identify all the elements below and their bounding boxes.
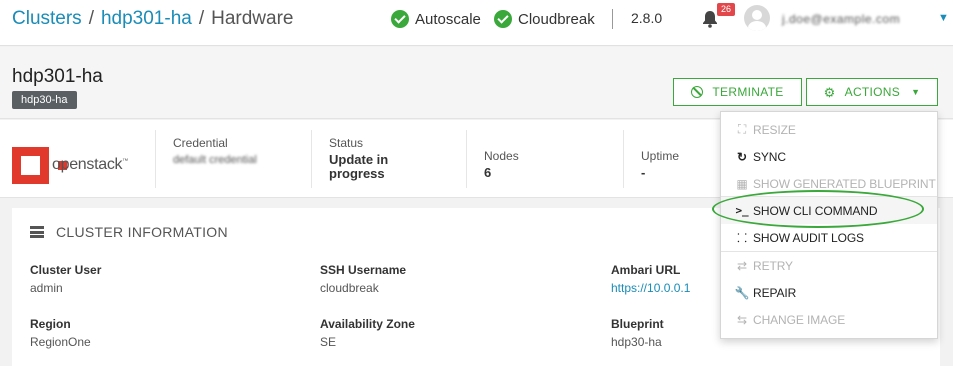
menu-item-resize[interactable]: ⛶ RESIZE xyxy=(721,116,937,143)
blueprint-label: Blueprint xyxy=(611,317,664,331)
server-icon xyxy=(30,226,44,238)
actions-button[interactable]: ⚙ ACTIONS ▼ xyxy=(806,78,938,106)
chevron-down-icon: ▼ xyxy=(911,87,921,97)
cluster-header: hdp301-ha hdp30-ha TERMINATE ⚙ ACTIONS ▼ xyxy=(0,47,953,119)
avatar[interactable] xyxy=(744,5,770,31)
autoscale-label: Autoscale xyxy=(415,10,481,28)
breadcrumb-cluster-link[interactable]: hdp301-ha xyxy=(101,8,192,29)
cloudbreak-status[interactable]: Cloudbreak xyxy=(494,10,595,28)
credential-value: default credential xyxy=(173,154,257,166)
ssh-username-label: SSH Username xyxy=(320,263,407,277)
status-value-line1: Update in xyxy=(329,152,389,167)
grid-icon: ▦ xyxy=(736,176,748,191)
check-circle-icon xyxy=(494,10,512,28)
region-label: Region xyxy=(30,317,71,331)
terminate-button[interactable]: TERMINATE xyxy=(673,78,802,106)
menu-item-sync[interactable]: ↻ SYNC xyxy=(721,143,937,170)
terminate-label: TERMINATE xyxy=(712,85,784,99)
breadcrumb-separator: / xyxy=(198,8,205,29)
availability-zone-value: SE xyxy=(320,335,337,349)
region-value: RegionOne xyxy=(30,335,91,349)
provider-logo-text: openstack™ xyxy=(52,156,128,173)
autoscale-status[interactable]: Autoscale xyxy=(391,10,481,28)
uptime-value: - xyxy=(641,165,646,180)
breadcrumb-current: Hardware xyxy=(211,8,294,29)
panel-title: CLUSTER INFORMATION xyxy=(30,224,228,240)
nodes-value: 6 xyxy=(484,165,492,180)
menu-item-show-generated-blueprint[interactable]: ▦ SHOW GENERATED BLUEPRINT xyxy=(721,170,937,197)
wrench-icon: 🔧 xyxy=(734,285,750,300)
version-label: 2.8.0 xyxy=(631,10,663,26)
chevron-down-icon[interactable]: ▼ xyxy=(938,12,949,24)
uptime-label: Uptime xyxy=(641,149,680,163)
check-circle-icon xyxy=(391,10,409,28)
user-name[interactable]: j.doe@example.com xyxy=(782,12,900,26)
top-navigation-bar: Clusters / hdp301-ha / Hardware Autoscale Cl… xyxy=(0,0,953,46)
ban-icon xyxy=(691,86,704,98)
cluster-user-label: Cluster User xyxy=(30,263,102,277)
page-title: hdp301-ha xyxy=(12,66,103,87)
menu-item-change-image[interactable]: ⇆ CHANGE IMAGE xyxy=(721,306,937,333)
openstack-logo-icon xyxy=(12,147,67,184)
gear-icon: ⚙ xyxy=(823,84,836,100)
breadcrumb-clusters-link[interactable]: Clusters xyxy=(12,8,82,29)
divider xyxy=(155,130,156,188)
divider xyxy=(612,9,613,29)
actions-dropdown-menu: ⛶ RESIZE ↻ SYNC ▦ SHOW GENERATED BLUEPRI… xyxy=(720,111,938,339)
divider xyxy=(311,130,312,188)
availability-zone-label: Availability Zone xyxy=(320,317,415,331)
menu-item-show-cli-command[interactable]: >_ SHOW CLI COMMAND xyxy=(721,197,937,224)
notification-badge: 26 xyxy=(717,3,735,16)
divider xyxy=(466,130,467,188)
blueprint-tag: hdp30-ha xyxy=(12,91,77,109)
exchange-icon: ⇆ xyxy=(737,312,747,327)
breadcrumb: Clusters / hdp301-ha / Hardware xyxy=(12,8,294,30)
cluster-user-value: admin xyxy=(30,281,63,295)
ambari-url-label: Ambari URL xyxy=(611,263,681,277)
sync-icon: ↻ xyxy=(737,149,747,164)
actions-label: ACTIONS xyxy=(844,85,901,99)
footprints-icon: ⸬ xyxy=(737,231,747,245)
status-value-line2: progress xyxy=(329,166,385,181)
menu-item-retry[interactable]: ⇄ RETRY xyxy=(721,252,937,279)
divider xyxy=(623,130,624,188)
ambari-url-link[interactable]: https://10.0.0.1 xyxy=(611,281,690,295)
status-label: Status xyxy=(329,136,364,150)
terminal-icon: >_ xyxy=(735,204,749,217)
retry-icon: ⇄ xyxy=(737,258,747,273)
nodes-label: Nodes xyxy=(484,149,519,163)
expand-icon: ⛶ xyxy=(737,122,747,136)
menu-item-show-audit-logs[interactable]: ⸬ SHOW AUDIT LOGS xyxy=(721,224,937,251)
ssh-username-value: cloudbreak xyxy=(320,281,379,295)
credential-label: Credential xyxy=(173,136,228,150)
cloudbreak-label: Cloudbreak xyxy=(518,10,595,28)
menu-item-repair[interactable]: 🔧 REPAIR xyxy=(721,279,937,306)
blueprint-value: hdp30-ha xyxy=(611,335,662,349)
breadcrumb-separator: / xyxy=(88,8,94,29)
